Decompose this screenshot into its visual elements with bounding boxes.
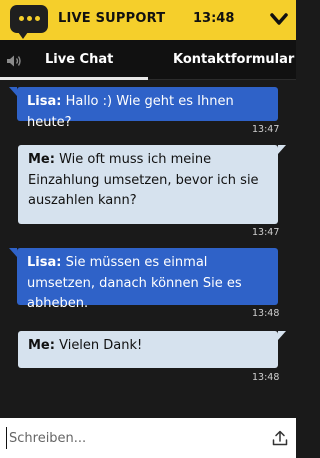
- speaker-icon[interactable]: [6, 54, 22, 68]
- message-user: Me: Vielen Dank!: [18, 331, 286, 368]
- message-text: Wie oft muss ich meine Einzahlung umsetz…: [28, 152, 259, 208]
- message-sender: Lisa:: [27, 94, 62, 109]
- message-timestamp: 13:48: [252, 372, 280, 383]
- message-timestamp: 13:47: [252, 227, 280, 238]
- chevron-down-icon[interactable]: [270, 10, 288, 28]
- message-user: Me: Wie oft muss ich meine Einzahlung um…: [18, 145, 286, 224]
- tab-live-chat[interactable]: Live Chat: [45, 52, 113, 67]
- header-title: LIVE SUPPORT: [58, 11, 166, 26]
- active-tab-indicator: [0, 77, 148, 80]
- message-text: Vielen Dank!: [59, 338, 143, 353]
- tab-divider: [148, 79, 296, 80]
- message-timestamp: 13:47: [252, 124, 280, 135]
- composer-bar: [0, 418, 296, 458]
- message-agent: Lisa: Hallo :) Wie geht es Ihnen heute?: [9, 87, 278, 130]
- tab-bar: Live Chat Kontaktformular: [0, 40, 296, 80]
- upload-icon[interactable]: [272, 430, 288, 446]
- message-input[interactable]: [6, 427, 259, 449]
- tab-kontaktformular[interactable]: Kontaktformular: [173, 52, 294, 67]
- message-sender: Me:: [28, 152, 55, 167]
- header-time: 13:48: [193, 11, 235, 26]
- message-sender: Lisa:: [27, 255, 62, 270]
- message-timestamp: 13:48: [252, 308, 280, 319]
- chat-bubble-icon: [10, 5, 48, 39]
- chat-header: LIVE SUPPORT 13:48: [0, 0, 296, 40]
- message-sender: Me:: [28, 338, 55, 353]
- message-agent: Lisa: Sie müssen es einmal umsetzen, dan…: [9, 248, 278, 311]
